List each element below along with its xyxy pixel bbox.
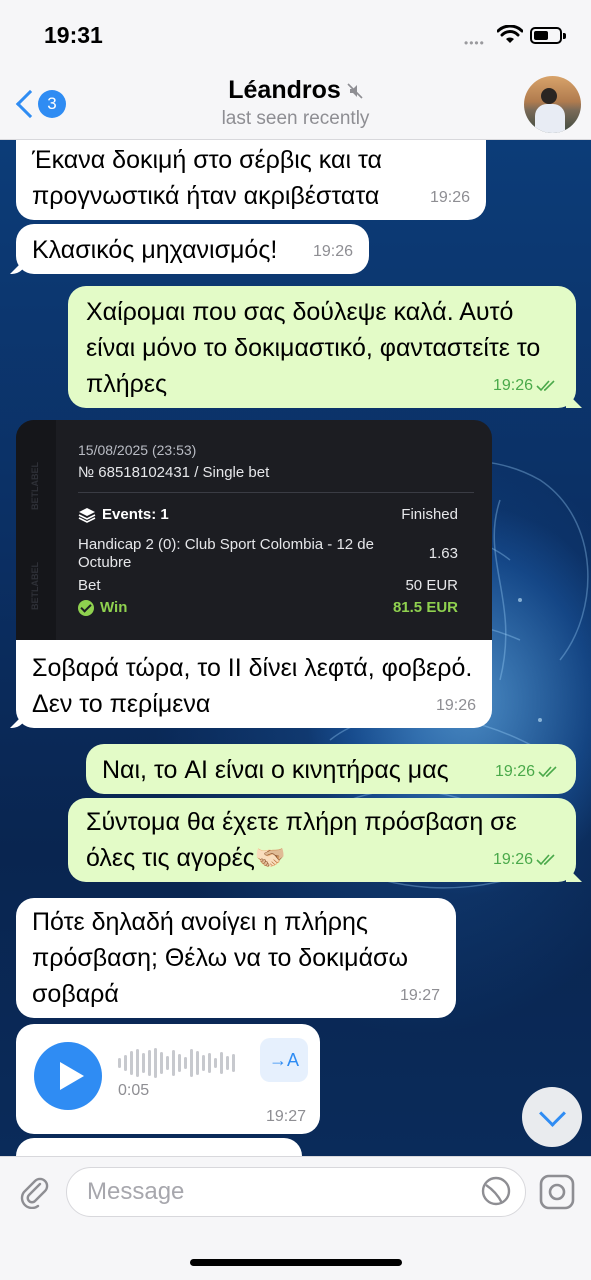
message-text: Χαίρομαι που σας δούλεψε καλά. Αυτό είνα…	[86, 298, 548, 398]
read-checks-icon	[536, 854, 555, 865]
unread-badge: 3	[38, 90, 66, 118]
message-bubble-incoming[interactable]: Σοβαρά τώρα, το ΙΙ δίνει λεφτά, φοβερό. …	[10, 640, 492, 728]
divider	[78, 492, 474, 493]
layers-icon	[78, 507, 96, 523]
sticker-icon[interactable]	[480, 1175, 512, 1207]
home-indicator	[190, 1259, 402, 1266]
message-time: 19:27	[399, 987, 440, 1004]
check-circle-icon	[78, 599, 94, 616]
read-checks-icon	[536, 380, 555, 391]
message-time: 19:27	[265, 1108, 306, 1125]
voice-duration: 0:05	[118, 1082, 150, 1099]
bet-number: № 68518102431 / Single bet	[78, 464, 270, 481]
message-bubble-incoming[interactable]: Έκανα δοκιμή στο σέρβις και τα προγνωστι…	[16, 136, 486, 220]
bet-amount: 50 EUR	[405, 577, 458, 594]
message-time: 19:26	[429, 189, 470, 206]
waveform	[118, 1048, 238, 1078]
message-time: 19:26	[312, 243, 353, 260]
mute-icon	[347, 82, 363, 99]
paperclip-icon[interactable]	[16, 1173, 52, 1209]
scroll-to-bottom-button[interactable]	[522, 1087, 582, 1147]
message-input[interactable]	[66, 1167, 526, 1217]
signal-icon: ••••	[464, 36, 485, 50]
bet-win: Win	[78, 599, 127, 616]
chat-title-row: Léandros	[228, 76, 363, 105]
chat-title: Léandros	[228, 76, 341, 104]
message-text: Έκανα δοκιμή στο σέρβις και τα προγνωστι…	[32, 146, 389, 210]
avatar[interactable]	[524, 76, 581, 133]
message-bubble-incoming[interactable]: Πότε δηλαδή ανοίγει η πλήρης πρόσβαση; Θ…	[16, 898, 456, 1018]
message-bubble-outgoing[interactable]: Σύντομα θα έχετε πλήρη πρόσβαση σε όλες …	[68, 798, 582, 882]
read-checks-icon	[538, 766, 557, 777]
chat-header[interactable]: Léandros last seen recently	[150, 76, 441, 130]
message-text: Κλασικός μηχανισμός!	[32, 236, 278, 264]
battery-icon	[530, 27, 566, 44]
bet-label: Bet	[78, 577, 101, 594]
chat-subtitle: last seen recently	[221, 108, 370, 129]
message-time: 19:26	[435, 697, 476, 714]
bet-slip-watermark-strip: BETLABEL BETLABEL	[16, 420, 56, 640]
message-time: 19:26	[493, 376, 558, 396]
message-bubble-outgoing[interactable]: Χαίρομαι που σας δούλεψε καλά. Αυτό είνα…	[68, 286, 582, 408]
message-text: Ναι, το AI είναι ο κινητήρας μας	[102, 756, 449, 784]
message-text: Πότε δηλαδή ανοίγει η πλήρης πρόσβαση; Θ…	[32, 908, 415, 1008]
bet-odds: 1.63	[428, 545, 458, 562]
message-time: 19:26	[493, 850, 558, 870]
message-bubble-outgoing[interactable]: Ναι, το AI είναι ο κινητήρας μας 19:26	[86, 744, 576, 794]
back-button[interactable]: 3	[10, 86, 70, 122]
top-bar: 19:31 •••• 3 Léandros last seen recently	[0, 0, 591, 140]
bet-date: 15/08/2025 (23:53)	[78, 442, 197, 458]
bet-status: Finished	[401, 506, 458, 523]
message-time: 19:26	[495, 762, 560, 782]
wifi-icon	[497, 25, 523, 43]
message-bubble-incoming[interactable]: Κλασικός μηχανισμός! 19:26	[10, 224, 369, 274]
message-text: Σοβαρά τώρα, το ΙΙ δίνει λεφτά, φοβερό. …	[32, 654, 478, 718]
camera-icon[interactable]	[538, 1173, 576, 1211]
voice-message[interactable]: 0:05 →A 19:27	[16, 1024, 320, 1134]
bet-slip-image[interactable]: BETLABEL BETLABEL 15/08/2025 (23:53) № 6…	[16, 420, 492, 640]
message-text: Σύντομα θα έχετε πλήρη πρόσβαση σε όλες …	[86, 808, 524, 872]
transcribe-button[interactable]: →A	[260, 1038, 308, 1082]
bet-match: Handicap 2 (0): Club Sport Colombia - 12…	[78, 536, 374, 571]
bet-events: Events: 1	[78, 506, 169, 523]
status-time: 19:31	[44, 22, 103, 48]
bet-payout: 81.5 EUR	[392, 599, 458, 616]
play-button[interactable]	[34, 1042, 102, 1110]
